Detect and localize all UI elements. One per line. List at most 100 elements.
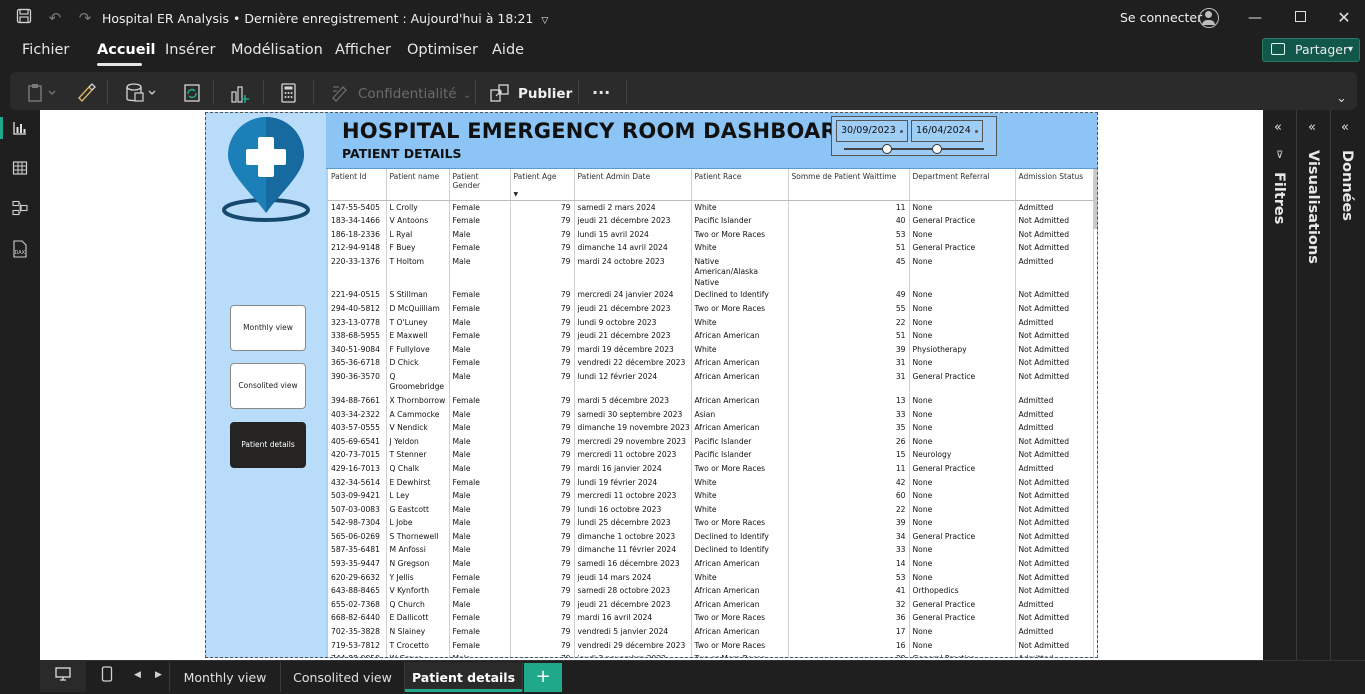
table-row[interactable]: 503-09-9421 L Ley Male 79 mercredi 11 octobr… — [328, 489, 1094, 503]
table-row[interactable]: 403-57-0555 V Nendick Male 79 dimanche 19 no… — [328, 421, 1094, 435]
menu-afficher[interactable]: Afficher — [335, 42, 391, 58]
expand-ribbon-icon[interactable]: ⌄ — [1336, 88, 1347, 110]
start-slider-handle[interactable] — [882, 144, 892, 154]
collapse-data-icon[interactable]: « — [1341, 120, 1349, 135]
table-row[interactable]: 542-98-7304 L Jobe Male 79 lundi 25 décembre… — [328, 516, 1094, 530]
mobile-layout-icon[interactable] — [101, 666, 113, 686]
filters-pane-label[interactable]: Filtres — [1271, 172, 1287, 224]
save-icon[interactable] — [14, 8, 34, 28]
table-row[interactable]: 147-55-5405 L Crolly Female 79 samedi 2 mars… — [328, 200, 1094, 215]
model-view-icon[interactable] — [10, 200, 30, 220]
table-cell: Male — [449, 489, 511, 503]
consolidated-view-button[interactable]: Consolited view — [230, 363, 306, 409]
add-page-button[interactable]: + — [524, 663, 562, 692]
table-row[interactable]: 390-36-3570 Q Groomebridge Male 79 lundi 12 … — [328, 369, 1094, 394]
date-slider-track[interactable] — [844, 148, 984, 150]
more-options-button[interactable]: ··· — [592, 83, 610, 102]
start-date-input[interactable]: 30/09/2023 — [836, 120, 908, 142]
table-row[interactable]: 744-88-0950W GroveMale79jeudi 2 novembre… — [328, 652, 1094, 657]
chevron-down-icon[interactable]: ▽ — [541, 16, 548, 26]
table-row[interactable]: 220-33-1376 T Holtom Male 79 mardi 24 octobr… — [328, 254, 1094, 289]
table-row[interactable]: 338-68-5955 E Maxwell Female 79 jeudi 21 déc… — [328, 329, 1094, 343]
column-header[interactable]: Department Referral — [909, 169, 1016, 201]
publish-button[interactable]: Publier — [518, 86, 572, 102]
table-row[interactable]: 655-02-7368 Q Church Male 79 jeudi 21 décemb… — [328, 597, 1094, 612]
menu-modelisation[interactable]: Modélisation — [231, 42, 323, 58]
table-row[interactable]: 183-34-1466 V Antoons Female 79 jeudi 21 déc… — [328, 214, 1094, 228]
share-button[interactable]: Partager ▾ — [1262, 38, 1360, 62]
table-row[interactable]: 565-06-0269 S Thornewell Male 79 dimanche 1 … — [328, 529, 1094, 544]
report-view-icon[interactable] — [10, 120, 30, 140]
table-row[interactable]: 405-69-6541 J Yeldon Male 79 mercredi 29 nov… — [328, 434, 1094, 449]
table-row[interactable]: 702-35-3828 N Slainey Female 79 vendredi 5 j… — [328, 625, 1094, 639]
new-visual-icon[interactable] — [229, 82, 251, 110]
table-row[interactable]: 186-18-2336 L Ryal Male 79 lundi 15 avril 20… — [328, 227, 1094, 242]
tab-monthly-view[interactable]: Monthly view — [169, 662, 281, 692]
table-row[interactable]: 212-94-9148 F Buey Female 79 dimanche 14 avr… — [328, 241, 1094, 255]
menu-accueil[interactable]: Accueil — [97, 42, 156, 58]
desktop-layout-icon[interactable] — [55, 666, 71, 686]
table-row[interactable]: 323-13-0778 T O'Luney Male 79 lundi 9 octobr… — [328, 315, 1094, 330]
date-range-slicer[interactable]: 30/09/2023 16/04/2024 — [831, 116, 997, 156]
paste-icon[interactable] — [27, 82, 59, 110]
table-row[interactable]: 340-51-9084 F Fullylove Male 79 mardi 19 déc… — [328, 342, 1094, 357]
minimize-icon[interactable]: — — [1245, 8, 1265, 28]
menu-inserer[interactable]: Insérer — [165, 42, 215, 58]
tab-patient-details[interactable]: Patient details — [405, 662, 523, 692]
column-header[interactable]: Patient Id — [328, 169, 387, 201]
menu-aide[interactable]: Aide — [492, 42, 524, 58]
table-row[interactable]: 429-16-7013 Q Chalk Male 79 mardi 16 janvier… — [328, 461, 1094, 476]
table-cell: V Nendick — [386, 421, 450, 435]
avatar[interactable] — [1199, 8, 1219, 28]
visualizations-pane-label[interactable]: Visualisations — [1305, 150, 1321, 264]
column-header[interactable]: Patient Age ▼ — [510, 169, 575, 201]
table-row[interactable]: 587-35-6481 M Anfossi Male 79 dimanche 11 fé… — [328, 543, 1094, 558]
calculator-icon[interactable] — [279, 82, 299, 110]
close-icon[interactable]: ✕ — [1334, 8, 1354, 28]
menu-fichier[interactable]: Fichier — [22, 42, 69, 58]
window-title[interactable]: Hospital ER Analysis • Dernière enregist… — [102, 11, 548, 26]
next-page-icon[interactable]: ▶ — [155, 670, 162, 680]
collapse-filters-icon[interactable]: « — [1274, 120, 1282, 135]
previous-page-icon[interactable]: ◀ — [134, 670, 141, 680]
table-row[interactable]: 365-36-6718 D Chick Female 79 vendredi 22 dé… — [328, 356, 1094, 370]
patient-details-button[interactable]: Patient details — [230, 422, 306, 468]
get-data-icon[interactable] — [125, 82, 159, 110]
table-row[interactable]: 643-88-8465 V Kynforth Female 79 samedi 28 o… — [328, 584, 1094, 598]
maximize-icon[interactable] — [1290, 8, 1310, 28]
redo-icon[interactable]: ↷ — [75, 8, 95, 28]
table-row[interactable]: 593-35-9447 N Gregson Male 79 samedi 16 déce… — [328, 557, 1094, 571]
table-row[interactable]: 403-34-2322 A Cammocke Male 79 samedi 30 sep… — [328, 407, 1094, 422]
end-slider-handle[interactable] — [932, 144, 942, 154]
refresh-icon[interactable] — [182, 82, 204, 110]
undo-icon[interactable]: ↶ — [45, 8, 65, 28]
table-row[interactable]: 432-34-5614 E Dewhirst Female 79 lundi 19 fé… — [328, 475, 1094, 490]
table-row[interactable]: 221-94-0515 S Stillman Female 79 mercredi 24… — [328, 288, 1094, 302]
column-header[interactable]: Patient name — [386, 169, 450, 201]
tab-consolidated-view[interactable]: Consolited view — [281, 662, 405, 692]
monthly-view-button[interactable]: Monthly view — [230, 305, 306, 351]
table-row[interactable]: 668-82-6440 E Dallicott Female 79 mardi 16 a… — [328, 611, 1094, 626]
column-header[interactable]: Patient Admin Date — [574, 169, 692, 201]
table-row[interactable]: 719-53-7812 T Crocetto Female 79 vendredi 29… — [328, 638, 1094, 653]
table-row[interactable]: 507-03-0083 G Eastcott Male 79 lundi 16 octo… — [328, 502, 1094, 517]
table-row[interactable]: 620-29-6632 Y Jellis Female 79 jeudi 14 mars… — [328, 570, 1094, 585]
dax-query-view-icon[interactable]: DAX — [10, 240, 30, 260]
signin-button[interactable]: Se connecter — [1120, 10, 1202, 25]
sort-descending-icon[interactable]: ▼ — [514, 191, 519, 198]
collapse-visualizations-icon[interactable]: « — [1308, 120, 1316, 135]
column-header[interactable]: Admission Status — [1015, 169, 1094, 201]
data-pane-label[interactable]: Données — [1339, 150, 1355, 221]
publish-icon[interactable] — [489, 82, 511, 110]
column-header[interactable]: Patient Gender — [449, 169, 511, 201]
table-row[interactable]: 394-88-7661 X Thornborrow Female 79 mardi 5 … — [328, 393, 1094, 408]
table-row[interactable]: 420-73-7015 T Stenner Male 79 mercredi 11 oc… — [328, 448, 1094, 462]
end-date-input[interactable]: 16/04/2024 — [911, 120, 983, 142]
table-view-icon[interactable] — [10, 160, 30, 180]
format-painter-icon[interactable] — [76, 82, 96, 110]
menu-optimiser[interactable]: Optimiser — [407, 42, 478, 58]
table-row[interactable]: 294-40-5812 D McQuilliam Female 79 jeudi 21 … — [328, 301, 1094, 316]
column-header[interactable]: Somme de Patient Waittime — [788, 169, 910, 201]
table-scrollbar[interactable] — [1094, 169, 1097, 229]
column-header[interactable]: Patient Race — [691, 169, 789, 201]
